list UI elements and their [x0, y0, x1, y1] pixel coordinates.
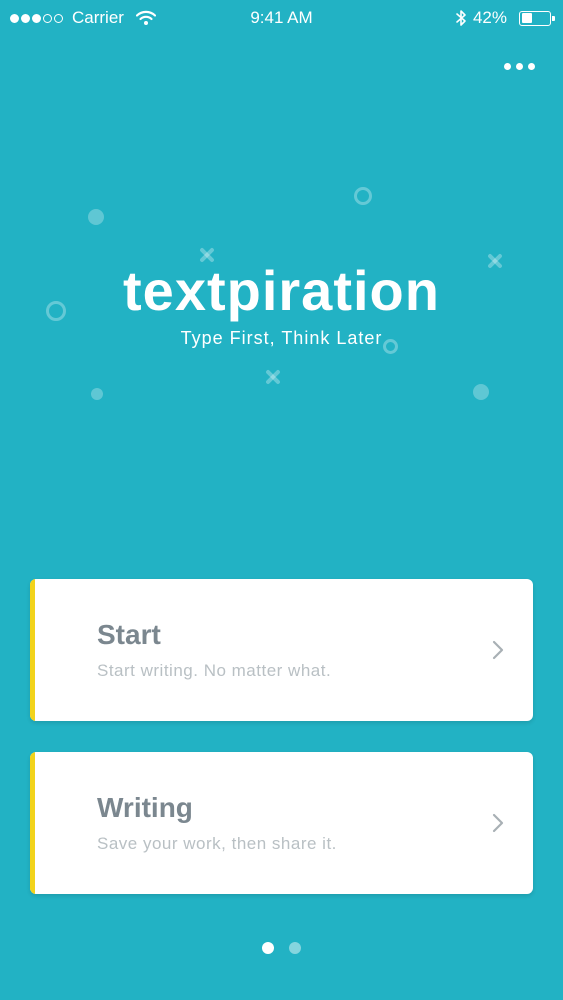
more-dot: [516, 62, 523, 70]
more-dot: [528, 62, 535, 70]
decorative-dot: [91, 388, 103, 400]
page-dot-1[interactable]: [262, 942, 274, 954]
card-subtitle: Start writing. No matter what.: [97, 661, 332, 680]
battery-fill: [521, 13, 533, 23]
battery-tip: [552, 15, 555, 21]
decorative-cross: [264, 368, 282, 386]
page-indicator: [0, 942, 563, 954]
status-right: 42%: [455, 8, 555, 28]
bluetooth-icon: [455, 9, 467, 27]
battery-percent: 42%: [472, 8, 507, 27]
card-accent-bar: [30, 752, 35, 894]
decorative-dot: [88, 209, 104, 225]
card-title: Writing: [97, 792, 193, 823]
page-dot-2[interactable]: [289, 942, 301, 954]
start-card[interactable]: Start Start writing. No matter what.: [30, 579, 533, 721]
chevron-right-icon: [491, 812, 505, 834]
writing-card[interactable]: Writing Save your work, then share it.: [30, 752, 533, 894]
status-bar: Carrier 9:41 AM 42%: [0, 0, 563, 38]
decorative-dot: [473, 384, 489, 400]
app-tagline: Type First, Think Later: [180, 328, 383, 348]
more-options-button[interactable]: [495, 58, 535, 74]
card-title: Start: [97, 619, 161, 650]
chevron-right-icon: [491, 639, 505, 661]
battery-icon: [519, 10, 555, 26]
card-accent-bar: [30, 579, 35, 721]
card-subtitle: Save your work, then share it.: [97, 834, 337, 853]
app-logo-title: textpiration: [123, 259, 440, 322]
more-dot: [504, 62, 511, 70]
decorative-ring: [354, 187, 372, 205]
